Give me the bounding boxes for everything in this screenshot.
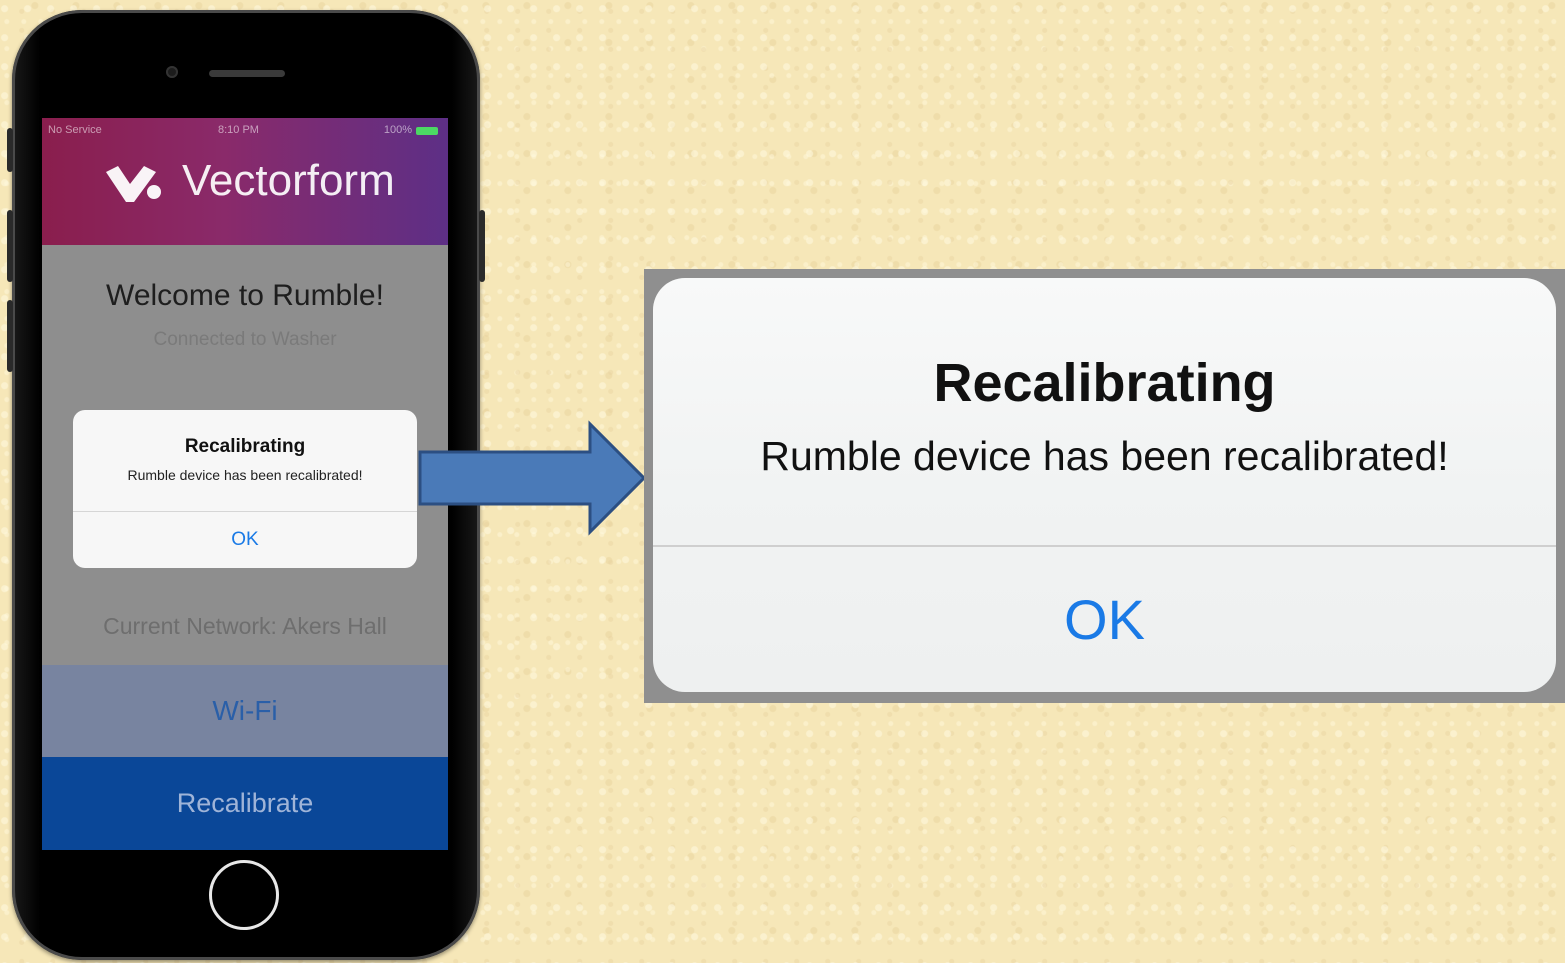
battery-icon bbox=[416, 127, 438, 135]
alert-dialog: Recalibrating Rumble device has been rec… bbox=[73, 410, 417, 568]
phone-screen: No Service 8:10 PM 100% Vectorform Welco… bbox=[42, 118, 448, 850]
carrier-label: No Service bbox=[48, 124, 102, 136]
app-header: No Service 8:10 PM 100% Vectorform bbox=[42, 118, 448, 245]
zoomed-alert-title: Recalibrating bbox=[933, 353, 1276, 413]
front-camera bbox=[166, 66, 178, 78]
zoomed-alert-message: Rumble device has been recalibrated! bbox=[760, 433, 1449, 479]
alert-title: Recalibrating bbox=[184, 436, 306, 457]
arrow-right-icon bbox=[418, 420, 647, 536]
welcome-title: Welcome to Rumble! bbox=[106, 279, 384, 312]
home-button[interactable] bbox=[209, 860, 279, 930]
brand-name: Vectorform bbox=[182, 156, 395, 205]
power-button bbox=[479, 210, 485, 282]
zoomed-alert-ok-button[interactable]: OK bbox=[653, 547, 1556, 692]
silent-switch bbox=[7, 128, 13, 172]
recalibrate-button[interactable]: Recalibrate bbox=[42, 757, 448, 850]
current-network-label: Current Network: Akers Hall bbox=[103, 613, 387, 639]
alert-message: Rumble device has been recalibrated! bbox=[127, 467, 363, 483]
zoomed-alert-dialog: Recalibrating Rumble device has been rec… bbox=[653, 278, 1556, 692]
status-bar: No Service 8:10 PM 100% bbox=[48, 124, 442, 138]
battery-percent: 100% bbox=[383, 124, 412, 136]
zoomed-alert-frame: Recalibrating Rumble device has been rec… bbox=[644, 269, 1565, 703]
wifi-button[interactable]: Wi-Fi bbox=[42, 665, 448, 757]
alert-ok-button[interactable]: OK bbox=[73, 511, 417, 568]
earpiece-speaker bbox=[209, 70, 285, 77]
volume-up-button bbox=[7, 210, 13, 282]
vectorform-logo-icon bbox=[106, 166, 161, 202]
status-time: 8:10 PM bbox=[218, 124, 259, 136]
iphone-device: No Service 8:10 PM 100% Vectorform Welco… bbox=[7, 10, 485, 960]
connection-status: Connected to Washer bbox=[153, 329, 337, 350]
volume-down-button bbox=[7, 300, 13, 372]
